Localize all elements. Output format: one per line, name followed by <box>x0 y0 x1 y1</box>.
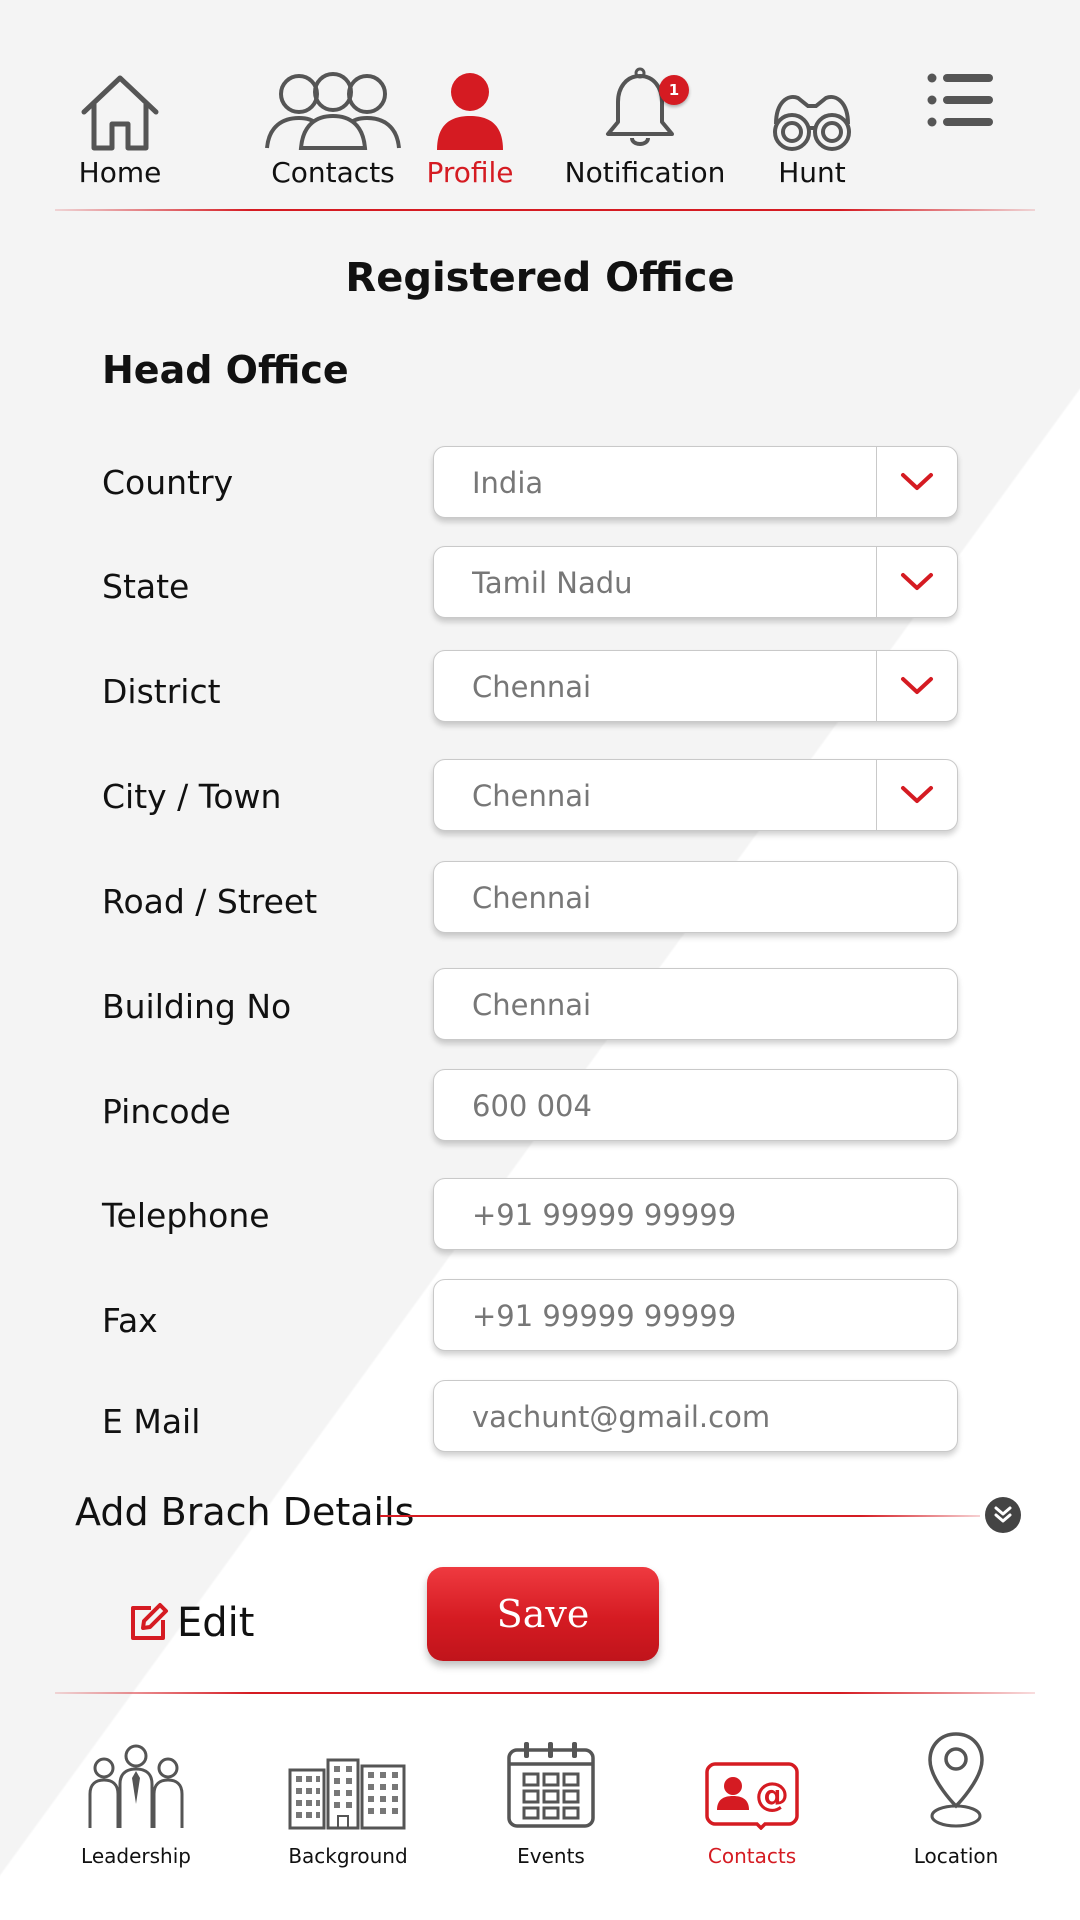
city-dropdown-button[interactable] <box>876 760 957 830</box>
country-dropdown-button[interactable] <box>876 447 957 517</box>
add-branch-label[interactable]: Add Brach Details <box>75 1490 414 1534</box>
fax-input[interactable] <box>472 1280 892 1352</box>
bottom-navigation: Leadership Background Events @ Contacts … <box>0 1720 1080 1870</box>
save-button[interactable]: Save <box>427 1567 659 1661</box>
telephone-label: Telephone <box>102 1196 270 1235</box>
state-input[interactable] <box>472 547 852 619</box>
branch-expand-button[interactable] <box>985 1497 1021 1533</box>
nav-profile[interactable]: Profile <box>390 60 550 189</box>
top-navigation: Home Contacts Profile Notification 1 Hun… <box>40 60 1040 200</box>
buildings-icon <box>258 1720 438 1830</box>
city-input[interactable] <box>472 760 852 832</box>
building-field[interactable] <box>433 968 958 1041</box>
telephone-input[interactable] <box>472 1179 892 1251</box>
chevron-down-icon <box>901 677 933 694</box>
notification-badge: 1 <box>659 75 689 105</box>
district-input[interactable] <box>472 651 852 723</box>
telephone-field[interactable] <box>433 1178 958 1251</box>
fax-field[interactable] <box>433 1279 958 1352</box>
svg-text:@: @ <box>755 1775 789 1815</box>
district-dropdown-button[interactable] <box>876 651 957 721</box>
bottom-nav-contacts[interactable]: @ Contacts <box>662 1720 842 1868</box>
page-title: Registered Office <box>345 255 735 301</box>
country-label: Country <box>102 463 234 502</box>
section-title: Head Office <box>102 348 349 392</box>
bottom-nav-events-label: Events <box>517 1844 585 1868</box>
top-divider <box>55 209 1035 211</box>
edit-button[interactable]: Edit <box>127 1600 254 1646</box>
profile-icon <box>390 60 550 152</box>
district-label: District <box>102 672 221 711</box>
binoculars-icon <box>742 60 882 152</box>
calendar-icon <box>461 1720 641 1830</box>
city-label: City / Town <box>102 777 282 816</box>
country-select[interactable] <box>433 446 958 519</box>
bottom-nav-background-label: Background <box>288 1844 408 1868</box>
pincode-label: Pincode <box>102 1092 231 1131</box>
edit-label: Edit <box>177 1600 255 1646</box>
chevron-down-icon <box>901 473 933 490</box>
nav-notification[interactable]: Notification 1 <box>555 60 735 189</box>
building-label: Building No <box>102 987 292 1026</box>
nav-menu[interactable] <box>910 60 1010 140</box>
menu-icon <box>910 60 1010 140</box>
state-label: State <box>102 567 190 606</box>
home-icon <box>40 60 200 152</box>
nav-hunt[interactable]: Hunt <box>742 60 882 189</box>
bottom-nav-location[interactable]: Location <box>866 1720 1046 1868</box>
district-select[interactable] <box>433 650 958 723</box>
bottom-divider <box>55 1692 1035 1694</box>
road-label: Road / Street <box>102 882 318 921</box>
leadership-icon <box>46 1720 226 1830</box>
email-input[interactable] <box>472 1381 892 1453</box>
bottom-nav-location-label: Location <box>913 1844 999 1868</box>
bottom-nav-events[interactable]: Events <box>461 1720 641 1868</box>
bell-icon <box>555 60 735 152</box>
edit-icon <box>131 1603 168 1640</box>
fax-label: Fax <box>102 1301 158 1340</box>
location-pin-icon <box>866 1720 1046 1830</box>
bottom-nav-leadership[interactable]: Leadership <box>46 1720 226 1868</box>
nav-home[interactable]: Home <box>40 60 200 189</box>
building-input[interactable] <box>472 969 892 1041</box>
nav-profile-label: Profile <box>426 156 514 189</box>
pincode-input[interactable] <box>472 1070 892 1142</box>
road-field[interactable] <box>433 861 958 934</box>
chevron-down-icon <box>901 573 933 590</box>
email-field[interactable] <box>433 1380 958 1453</box>
city-select[interactable] <box>433 759 958 832</box>
nav-notification-label: Notification <box>564 156 726 189</box>
state-select[interactable] <box>433 546 958 619</box>
nav-hunt-label: Hunt <box>778 156 846 189</box>
nav-home-label: Home <box>78 156 162 189</box>
bottom-nav-background[interactable]: Background <box>258 1720 438 1868</box>
bottom-nav-contacts-label: Contacts <box>707 1844 797 1868</box>
contact-card-icon: @ <box>662 1720 842 1830</box>
pincode-field[interactable] <box>433 1069 958 1142</box>
email-label: E Mail <box>102 1402 201 1441</box>
bottom-nav-leadership-label: Leadership <box>81 1844 191 1868</box>
branch-divider <box>380 1515 980 1517</box>
state-dropdown-button[interactable] <box>876 547 957 617</box>
country-input[interactable] <box>472 447 852 519</box>
road-input[interactable] <box>472 862 892 934</box>
double-chevron-down-icon <box>994 1506 1012 1523</box>
chevron-down-icon <box>901 786 933 803</box>
